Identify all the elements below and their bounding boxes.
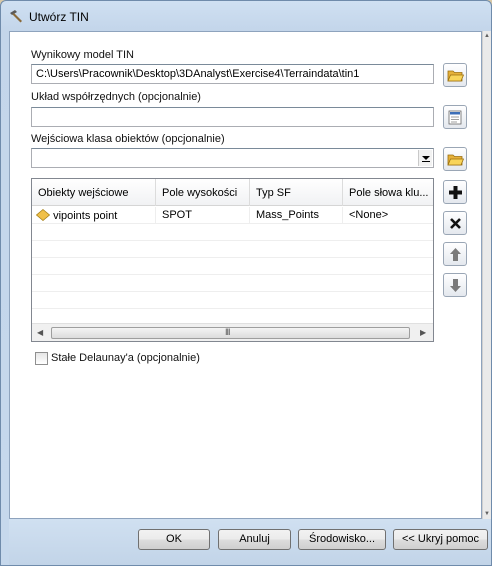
table-row[interactable]: vipoints point SPOT Mass_Points <None> [32, 207, 433, 224]
horizontal-scrollbar[interactable]: ◀ III ▶ [32, 323, 433, 341]
input-features-label: Wejściowa klasa obiektów (opcjonalnie) [31, 133, 225, 145]
open-folder-icon [447, 70, 464, 82]
add-row-button[interactable] [443, 180, 467, 204]
arrow-up-icon [450, 248, 461, 261]
cancel-button[interactable]: Anuluj [218, 529, 291, 550]
delaunay-checkbox[interactable] [35, 352, 48, 365]
input-layer-name: vipoints point [53, 210, 118, 222]
vertical-scrollbar[interactable]: ▲ ▼ [482, 31, 491, 519]
column-header-height-field[interactable]: Pole wysokości [156, 179, 250, 206]
x-icon [450, 218, 461, 229]
scrollbar-thumb[interactable]: III [51, 327, 410, 339]
scrollbar-grip: III [225, 327, 230, 337]
open-folder-icon [447, 154, 464, 166]
hide-help-button[interactable]: << Ukryj pomoc [393, 529, 488, 550]
scroll-down-icon[interactable]: ▼ [484, 511, 490, 517]
column-header-tag-value-field[interactable]: Pole słowa klu... [343, 179, 433, 206]
table-header: Obiekty wejściowe Pole wysokości Typ SF … [32, 179, 433, 206]
environments-button[interactable]: Środowisko... [298, 529, 386, 550]
hammer-icon [8, 8, 24, 24]
column-header-input-features[interactable]: Obiekty wejściowe [32, 179, 156, 206]
table-row-empty [32, 275, 433, 292]
table-row-empty [32, 258, 433, 275]
plus-icon [449, 186, 462, 199]
table-cell-input: vipoints point [32, 207, 156, 224]
output-tin-field[interactable]: C:\Users\Pracownik\Desktop\3DAnalyst\Exe… [31, 64, 434, 84]
tag-value-cell[interactable]: <None> [343, 207, 433, 224]
output-tin-label: Wynikowy model TIN [31, 49, 135, 61]
remove-row-button[interactable] [443, 211, 467, 235]
browse-output-button[interactable] [443, 63, 467, 87]
arrow-down-icon [450, 279, 461, 292]
height-field-cell[interactable]: SPOT [156, 207, 250, 224]
scroll-right-icon[interactable]: ▶ [420, 328, 426, 337]
spatial-reference-icon [448, 110, 462, 125]
table-row-empty [32, 292, 433, 309]
input-features-combobox[interactable] [31, 148, 434, 168]
coordinate-system-field[interactable] [31, 107, 434, 127]
window-title: Utwórz TIN [29, 10, 89, 24]
scroll-left-icon[interactable]: ◀ [37, 328, 43, 337]
move-up-button[interactable] [443, 242, 467, 266]
scroll-up-icon[interactable]: ▲ [484, 33, 490, 39]
column-header-sf-type[interactable]: Typ SF [250, 179, 343, 206]
browse-input-button[interactable] [443, 147, 467, 171]
ok-button[interactable]: OK [138, 529, 210, 550]
move-down-button[interactable] [443, 273, 467, 297]
sf-type-cell[interactable]: Mass_Points [250, 207, 343, 224]
coordinate-system-label: Układ współrzędnych (opcjonalnie) [31, 91, 201, 103]
chevron-down-icon[interactable] [418, 150, 432, 166]
table-row-empty [32, 241, 433, 258]
input-features-table: Obiekty wejściowe Pole wysokości Typ SF … [31, 178, 434, 342]
delaunay-label: Stałe Delaunay'a (opcjonalnie) [51, 352, 200, 364]
spatial-reference-button[interactable] [443, 105, 467, 129]
table-row-empty [32, 224, 433, 241]
create-tin-dialog: Utwórz TIN ▲ ▼ Wynikowy model TIN C:\Use… [0, 0, 492, 566]
title-bar: Utwórz TIN [1, 1, 491, 31]
point-layer-icon [35, 208, 51, 222]
